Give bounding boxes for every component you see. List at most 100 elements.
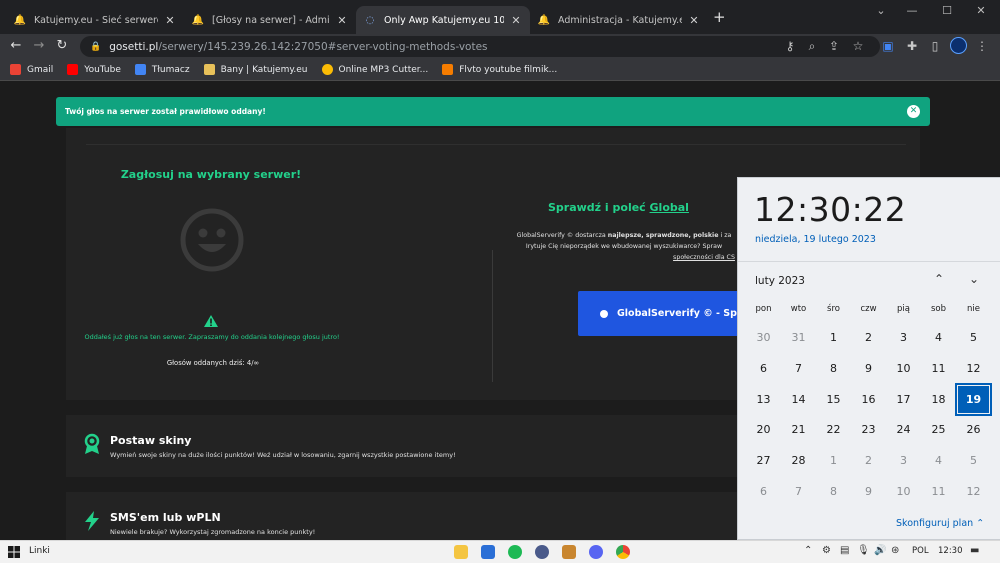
windows-start-icon[interactable] (8, 546, 20, 558)
clock-date[interactable]: niedziela, 19 lutego 2023 (755, 234, 876, 245)
bookmark-mp3-cutter[interactable]: Online MP3 Cutter... (321, 64, 428, 75)
close-window-button[interactable]: ✕ (966, 4, 996, 17)
calendar-day[interactable]: 1 (816, 322, 851, 353)
calendar-day[interactable]: 10 (886, 476, 921, 507)
new-tab-button[interactable]: + (713, 8, 726, 26)
steam-tray-icon[interactable]: ⊛ (891, 545, 899, 556)
tab-katujemy[interactable]: 🔔 Katujemy.eu - Sieć serwerów CS ✕ (6, 6, 184, 34)
microphone-icon[interactable]: 🎙 (857, 545, 870, 556)
tab-glosy[interactable]: 🔔 [Głosy na serwer] - Administracja ✕ (184, 6, 356, 34)
calendar-day[interactable]: 9 (851, 353, 886, 384)
calendar-day[interactable]: 7 (781, 476, 816, 507)
calendar-day[interactable]: 25 (921, 414, 956, 445)
calendar-day[interactable]: 30 (746, 322, 781, 353)
calendar-day[interactable]: 18 (921, 384, 956, 415)
tab-close-icon[interactable]: ✕ (164, 14, 176, 27)
calendar-day[interactable]: 22 (816, 414, 851, 445)
chrome-icon[interactable] (616, 545, 630, 559)
spotify-icon[interactable] (508, 545, 522, 559)
calendar-day[interactable]: 12 (956, 353, 991, 384)
calendar-day[interactable]: 2 (851, 322, 886, 353)
calendar-day[interactable]: 13 (746, 384, 781, 415)
reload-button[interactable]: ↻ (53, 38, 71, 53)
calendar-day[interactable]: 3 (886, 322, 921, 353)
zoom-icon[interactable]: ⌕ (804, 39, 820, 54)
calendar-day[interactable]: 17 (886, 384, 921, 415)
tray-app-icon[interactable]: ⚙ (822, 545, 831, 556)
bookmark-flvto[interactable]: Flvto youtube filmik... (442, 64, 557, 75)
address-bar[interactable]: 🔒 gosetti.pl /serwery/145.239.26.142:270… (80, 36, 880, 57)
calendar-day[interactable]: 20 (746, 414, 781, 445)
close-icon[interactable]: ✕ (907, 105, 920, 118)
share-icon[interactable]: ⇪ (826, 39, 842, 53)
tab-close-icon[interactable]: ✕ (336, 14, 348, 27)
extensions-puzzle-icon[interactable]: ✚ (904, 39, 920, 53)
tab-administracja[interactable]: 🔔 Administracja - Katujemy.eu - Sie ✕ (530, 6, 708, 34)
calendar-day[interactable]: 2 (851, 445, 886, 476)
store-icon[interactable] (481, 545, 495, 559)
calendar-day[interactable]: 4 (921, 445, 956, 476)
calendar-day[interactable]: 1 (816, 445, 851, 476)
discord-icon[interactable] (589, 545, 603, 559)
calendar-day[interactable]: 3 (886, 445, 921, 476)
configure-plan-link[interactable]: Skonfiguruj plan ⌃ (896, 518, 984, 529)
sidepanel-icon[interactable]: ▯ (927, 39, 943, 53)
bookmark-gmail[interactable]: Gmail (10, 64, 53, 75)
links-toolbar-label[interactable]: Linki (29, 546, 50, 556)
calendar-day[interactable]: 15 (816, 384, 851, 415)
bookmark-tlumacz[interactable]: Tłumacz (134, 64, 190, 75)
steam-app-icon[interactable] (535, 545, 549, 559)
key-icon[interactable]: ⚷ (782, 39, 798, 53)
file-explorer-icon[interactable] (454, 545, 468, 559)
calendar-day[interactable]: 11 (921, 476, 956, 507)
calendar-day[interactable]: 8 (816, 476, 851, 507)
calendar-day[interactable]: 28 (781, 445, 816, 476)
back-button[interactable]: ← (7, 38, 25, 53)
calendar-day[interactable]: 6 (746, 353, 781, 384)
globalserverify-link[interactable]: Global (650, 201, 689, 214)
game-app-icon[interactable] (562, 545, 576, 559)
calendar-day[interactable]: 5 (956, 322, 991, 353)
calendar-day[interactable]: 16 (851, 384, 886, 415)
menu-kebab-icon[interactable]: ⋮ (974, 39, 990, 53)
calendar-day[interactable]: 4 (921, 322, 956, 353)
minimize-button[interactable]: — (897, 4, 927, 17)
profile-avatar[interactable] (950, 37, 967, 54)
calendar-day[interactable]: 23 (851, 414, 886, 445)
calendar-day[interactable]: 21 (781, 414, 816, 445)
calendar-day[interactable]: 12 (956, 476, 991, 507)
calendar-day[interactable]: 24 (886, 414, 921, 445)
bookmark-star-icon[interactable]: ☆ (850, 39, 866, 53)
maximize-button[interactable]: ☐ (932, 4, 962, 17)
tab-only-awp[interactable]: ◌ Only Awp Katujemy.eu 10 Ammo ✕ (356, 6, 530, 34)
language-indicator[interactable]: POL (912, 546, 929, 556)
chevron-down-icon[interactable]: ⌄ (966, 272, 982, 286)
calendar-day[interactable]: 11 (921, 353, 956, 384)
calendar-month[interactable]: luty 2023 (755, 275, 805, 287)
translate-extension-icon[interactable]: ▣ (880, 39, 896, 53)
calendar-day-today[interactable]: 19 (955, 382, 992, 416)
calendar-day[interactable]: 10 (886, 353, 921, 384)
globalserverify-button[interactable]: GlobalServerify © - Spr (578, 291, 758, 336)
calendar-day[interactable]: 27 (746, 445, 781, 476)
calendar-day[interactable]: 9 (851, 476, 886, 507)
notifications-icon[interactable]: ▬ (970, 545, 979, 556)
volume-icon[interactable]: 🔊 (874, 545, 886, 556)
bookmark-youtube[interactable]: YouTube (67, 64, 121, 75)
calendar-day[interactable]: 26 (956, 414, 991, 445)
bookmark-bany[interactable]: Bany | Katujemy.eu (203, 64, 308, 75)
chevron-up-icon[interactable]: ⌃ (931, 272, 947, 286)
taskbar-clock[interactable]: 12:30 (938, 546, 963, 556)
community-link[interactable]: społeczności dla CS (513, 254, 735, 261)
calendar-day[interactable]: 8 (816, 353, 851, 384)
chevron-up-icon[interactable]: ⌃ (804, 545, 812, 556)
calendar-day[interactable]: 5 (956, 445, 991, 476)
tray-app-icon[interactable]: ▤ (840, 545, 849, 556)
tab-search-chevron-icon[interactable]: ⌄ (866, 4, 896, 17)
forward-button[interactable]: → (30, 38, 48, 53)
calendar-day[interactable]: 31 (781, 322, 816, 353)
tab-close-icon[interactable]: ✕ (510, 14, 522, 27)
calendar-day[interactable]: 7 (781, 353, 816, 384)
tab-close-icon[interactable]: ✕ (688, 14, 700, 27)
calendar-day[interactable]: 6 (746, 476, 781, 507)
